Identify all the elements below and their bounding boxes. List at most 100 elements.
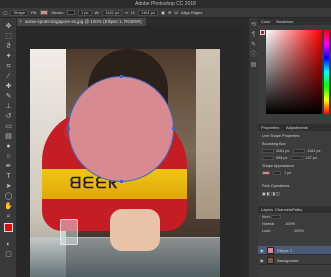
tab-properties[interactable]: Properties — [261, 124, 279, 131]
ellipse-shape[interactable] — [68, 76, 174, 182]
tab-channels[interactable]: Channels — [275, 206, 292, 213]
live-shape-title: Live Shape Properties — [262, 134, 300, 138]
paragraph-icon[interactable]: ¶ — [250, 32, 257, 39]
settings-icon[interactable]: ⚙ — [168, 10, 172, 15]
gradient-icon[interactable]: ▤ — [4, 132, 13, 141]
hue-slider[interactable] — [324, 30, 329, 114]
dodge-icon[interactable]: ○ — [4, 152, 13, 161]
subtract-shape-icon[interactable]: ◧ — [267, 192, 271, 196]
pen-icon[interactable]: ✒ — [4, 162, 13, 171]
bbox-height-value: 1161 px — [307, 149, 321, 153]
document-tab-bar: × annie-spratt-singapore-ss.jpg @ 100% (… — [17, 18, 244, 26]
eraser-icon[interactable]: ▭ — [4, 122, 13, 131]
filter-kind-label: Kind — [262, 215, 270, 219]
opacity-value[interactable]: 100% — [285, 222, 295, 226]
stroke-swatch[interactable] — [66, 10, 75, 15]
marquee-icon[interactable]: ⬚ — [4, 32, 13, 41]
brush-icon[interactable]: ✎ — [4, 92, 13, 101]
combine-shapes-icon[interactable]: ▣ — [262, 192, 266, 196]
bbox-width-value: 1161 px — [276, 149, 290, 153]
shape-icon[interactable]: ◯ — [4, 192, 13, 201]
bbox-width-field[interactable] — [262, 149, 274, 153]
layer-row[interactable]: ◉ Ellipse 1 — [258, 246, 331, 255]
hand-icon[interactable]: ✋ — [4, 202, 13, 211]
fill-value[interactable]: 100% — [294, 229, 304, 233]
title-bar: Adobe Photoshop CC 2018 — [0, 0, 331, 8]
fill-label: Fill: — [31, 10, 38, 15]
screen-mode-icon[interactable]: ▢ — [4, 250, 13, 259]
visibility-icon[interactable]: ◉ — [260, 256, 264, 265]
layer-thumbnail — [267, 247, 274, 254]
width-label: W: — [94, 10, 100, 15]
history-icon[interactable]: ⟲ — [250, 22, 257, 29]
lasso-icon[interactable]: ϑ — [4, 42, 13, 51]
panel-dock: ⟲ ¶ ✎ ⓘ ▤ — [249, 18, 258, 277]
visibility-icon[interactable]: ◉ — [260, 246, 264, 255]
brush-settings-icon[interactable]: ✎ — [250, 42, 257, 49]
right-panels: Color Swatches Properties Adjustments Li… — [258, 18, 331, 277]
bbox-height-field[interactable] — [293, 149, 306, 153]
blur-icon[interactable]: ● — [4, 142, 13, 151]
tab-swatches[interactable]: Swatches — [276, 18, 293, 25]
clone-stamp-icon[interactable]: ⊥ — [4, 102, 13, 111]
close-icon[interactable]: × — [19, 18, 22, 26]
photoshop-window: Adobe Photoshop CC 2018 ◯ Shape Fill: St… — [0, 0, 331, 277]
tab-adjustments[interactable]: Adjustments — [286, 124, 308, 131]
history-brush-icon[interactable]: ↺ — [4, 112, 13, 121]
path-ops-icon[interactable]: ▣ — [161, 10, 165, 15]
anchor-point-top[interactable] — [120, 75, 123, 78]
layer-filter-row: Kind — [262, 215, 283, 219]
foreground-color-swatch[interactable] — [4, 223, 13, 232]
document-tab[interactable]: × annie-spratt-singapore-ss.jpg @ 100% (… — [17, 18, 146, 26]
hands — [110, 209, 160, 251]
anchor-point-left[interactable] — [67, 127, 70, 130]
photo-layer: ᗺᗴᗴᖇ — [30, 49, 220, 277]
color-picker-field[interactable] — [266, 30, 322, 114]
bbox-y-field[interactable] — [291, 156, 304, 160]
anchor-point-right[interactable] — [172, 127, 175, 130]
fill-swatch[interactable] — [40, 10, 49, 15]
width-field[interactable]: 1161 px — [102, 9, 123, 16]
stroke-label: Stroke: — [51, 10, 64, 15]
align-edges-checkbox[interactable]: ☑ — [174, 10, 178, 15]
document-tab-label: annie-spratt-singapore-ss.jpg @ 100% (El… — [25, 19, 142, 24]
anchor-point-bottom[interactable] — [120, 180, 123, 183]
shape-stroke-swatch[interactable] — [273, 171, 282, 175]
quick-mask-icon[interactable]: ◐ — [4, 240, 13, 249]
canvas-area[interactable]: ᗺᗴᗴᖇ — [17, 26, 244, 277]
tool-preset-icon[interactable]: ◯ — [3, 10, 7, 15]
magic-wand-icon[interactable]: ✦ — [4, 52, 13, 61]
path-operations-heading: Path Operations — [262, 184, 290, 188]
color-panel-tabs: Color Swatches — [258, 18, 331, 25]
zoom-icon[interactable]: ⌕ — [4, 212, 13, 221]
mode-select[interactable]: Shape — [10, 9, 29, 16]
appearance-row: 1 px — [262, 171, 291, 175]
tab-layers[interactable]: Layers — [261, 206, 273, 213]
healing-icon[interactable]: ✚ — [4, 82, 13, 91]
bbox-x-field[interactable] — [262, 156, 274, 160]
libraries-icon[interactable]: ▤ — [250, 62, 257, 69]
crop-icon[interactable]: ⌗ — [4, 62, 13, 71]
move-icon[interactable]: ✥ — [4, 22, 13, 31]
height-field[interactable]: 1161 px — [138, 9, 159, 16]
filter-kind-select[interactable] — [270, 215, 281, 219]
text-icon[interactable]: T — [4, 172, 13, 181]
color-panel-foreground-chip[interactable] — [260, 30, 265, 35]
info-icon[interactable]: ⓘ — [250, 52, 257, 59]
layers-panel-tabs: Layers Channels Paths — [258, 206, 331, 213]
blend-row: Normal 100% — [262, 222, 295, 226]
layer-thumbnail — [267, 257, 274, 264]
blend-mode-select[interactable]: Normal — [262, 222, 274, 226]
intersect-shape-icon[interactable]: ◨ — [271, 192, 275, 196]
align-edges-label: Align Edges — [181, 10, 203, 15]
tab-color[interactable]: Color — [261, 18, 271, 25]
path-select-icon[interactable]: ➤ — [4, 182, 13, 191]
eyedropper-icon[interactable]: ⁄ — [4, 72, 13, 81]
layer-row[interactable]: ◉ Background — [258, 256, 331, 265]
shape-appearance-heading: Shape Appearance — [262, 164, 295, 168]
exclude-shape-icon[interactable]: ◫ — [276, 192, 280, 196]
stroke-width-field[interactable]: 1 px — [77, 9, 92, 16]
link-icon[interactable]: ∞ — [125, 10, 128, 15]
shape-fill-swatch[interactable] — [262, 171, 270, 175]
tab-paths[interactable]: Paths — [292, 206, 302, 213]
